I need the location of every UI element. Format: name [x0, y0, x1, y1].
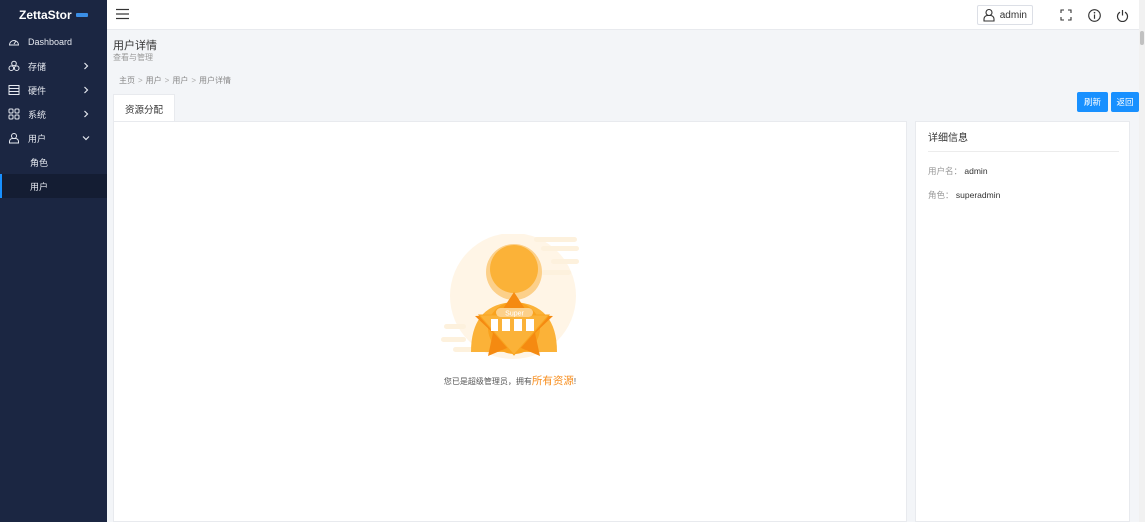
sidebar-item-hardware[interactable]: 硬件 — [0, 78, 107, 102]
role-value: superadmin — [955, 190, 1001, 200]
sidebar-item-label: 系统 — [28, 109, 47, 120]
page-title: 用户详情 — [113, 40, 157, 52]
back-button[interactable]: 返回 — [1111, 92, 1139, 112]
scrollbar-thumb[interactable] — [1140, 31, 1144, 45]
sidebar-item-label: 存储 — [28, 61, 47, 72]
message-highlight: 所有资源 — [531, 375, 574, 387]
sidebar-item-storage[interactable]: 存储 — [0, 54, 107, 78]
sidebar: ZettaStor Dashboard 存储 硬件 系统 用户 角色 用户 — [0, 0, 107, 522]
message-suffix: ! — [573, 377, 577, 386]
header-username: admin — [999, 9, 1027, 21]
page-subtitle: 查看与管理 — [113, 53, 153, 62]
user-menu-button[interactable]: admin — [976, 5, 1033, 25]
username-value: admin — [964, 166, 988, 176]
super-badge-text: Super — [505, 311, 524, 318]
user-icon — [8, 132, 20, 144]
sidebar-subitem-label: 角色 — [30, 157, 49, 168]
brand-name: ZettaStor — [19, 8, 72, 22]
breadcrumb-item: 用户详情 — [199, 76, 232, 85]
sidebar-subitem-label: 用户 — [30, 181, 49, 192]
super-admin-message: 您已是超级管理员，拥有所有资源! — [114, 373, 906, 388]
role-label: 角色： — [928, 190, 954, 200]
resource-panel: Super 您已是超级管理员，拥有所有资源! — [113, 121, 907, 522]
breadcrumb-item[interactable]: 主页 — [119, 76, 135, 85]
system-icon — [8, 108, 20, 120]
refresh-button[interactable]: 刷新 — [1077, 92, 1108, 112]
sidebar-item-label: 硬件 — [28, 85, 47, 96]
header-actions: admin — [976, 5, 1129, 25]
storage-icon — [8, 60, 20, 72]
username-label: 用户名： — [928, 166, 963, 176]
sidebar-item-label: 用户 — [28, 133, 47, 144]
info-icon[interactable] — [1087, 8, 1101, 22]
divider — [928, 151, 1119, 152]
message-prefix: 您已是超级管理员，拥有 — [443, 377, 532, 386]
sidebar-nav: Dashboard 存储 硬件 系统 用户 角色 用户 — [0, 30, 107, 198]
brand-badge-icon — [75, 13, 88, 17]
dashboard-icon — [8, 36, 20, 48]
chevron-down-icon — [80, 132, 92, 144]
chevron-right-icon — [80, 84, 92, 96]
page-scrollbar[interactable] — [1139, 0, 1145, 522]
power-icon[interactable] — [1115, 8, 1129, 22]
detail-role-row: 角色： superadmin — [928, 189, 1000, 201]
sidebar-item-label: Dashboard — [28, 37, 73, 47]
detail-title: 详细信息 — [928, 133, 968, 144]
tab-resource-allocation[interactable]: 资源分配 — [113, 94, 175, 122]
fullscreen-icon[interactable] — [1059, 8, 1073, 22]
detail-panel: 详细信息 用户名： admin 角色： superadmin — [915, 121, 1130, 522]
sidebar-item-system[interactable]: 系统 — [0, 102, 107, 126]
user-icon — [982, 8, 996, 22]
brand-logo[interactable]: ZettaStor — [0, 0, 107, 30]
breadcrumb: 主页 > 用户 > 用户 > 用户详情 — [119, 76, 232, 85]
sidebar-item-user[interactable]: 用户 — [0, 126, 107, 150]
sidebar-subitem-role[interactable]: 角色 — [0, 150, 107, 174]
sidebar-item-dashboard[interactable]: Dashboard — [0, 30, 107, 54]
top-header: admin — [107, 0, 1145, 30]
breadcrumb-item[interactable]: 用户 — [146, 76, 162, 85]
detail-username-row: 用户名： admin — [928, 165, 988, 177]
chevron-right-icon — [80, 108, 92, 120]
menu-toggle-icon[interactable] — [116, 8, 129, 20]
breadcrumb-item[interactable]: 用户 — [172, 76, 188, 85]
super-admin-illustration: Super — [441, 233, 581, 364]
chevron-right-icon — [80, 60, 92, 72]
hardware-icon — [8, 84, 20, 96]
sidebar-subitem-user[interactable]: 用户 — [0, 174, 107, 198]
